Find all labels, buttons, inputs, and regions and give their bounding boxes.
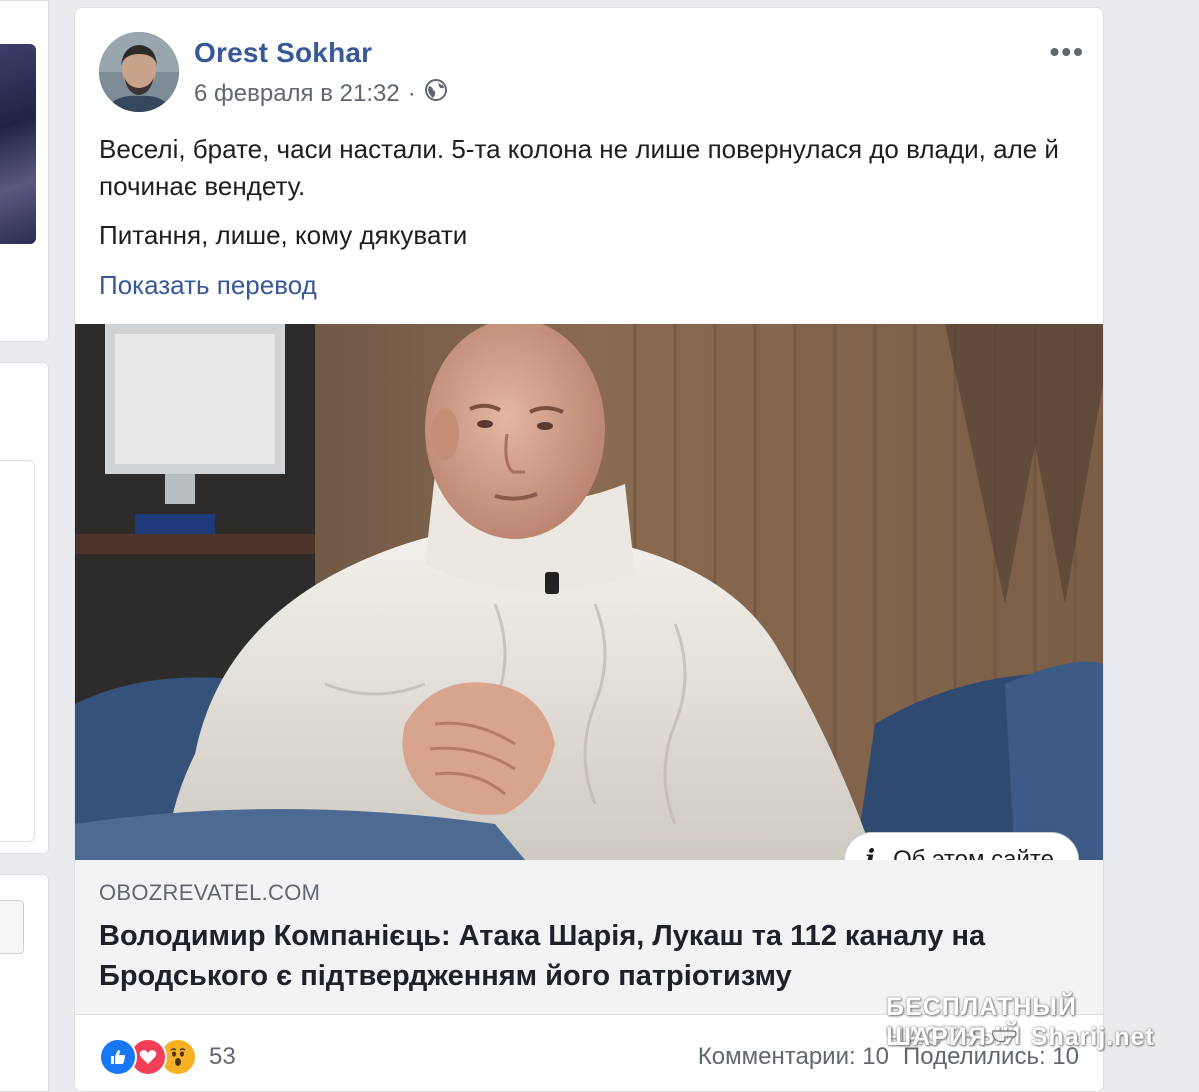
author-name[interactable]: Orest Sokhar <box>194 37 372 69</box>
post-stats: Комментарии: 10 Поделились: 10 <box>698 1043 1079 1071</box>
left-input-field[interactable] <box>0 900 24 954</box>
reaction-count[interactable]: 53 <box>209 1043 236 1071</box>
shares-count[interactable]: Поделились: 10 <box>903 1043 1079 1071</box>
post-text: Веселі, брате, часи настали. 5-та колона… <box>99 131 1059 266</box>
globe-icon[interactable] <box>424 78 448 109</box>
post-paragraph-2: Питання, лише, кому дякувати <box>99 220 468 250</box>
author-avatar[interactable] <box>99 32 179 112</box>
show-translation-link[interactable]: Показать перевод <box>99 270 317 301</box>
left-card-photo[interactable] <box>0 44 36 244</box>
article-photo <box>75 324 1103 860</box>
link-preview-image[interactable] <box>75 324 1103 860</box>
comments-count[interactable]: Комментарии: 10 <box>698 1043 889 1071</box>
like-icon <box>99 1038 137 1076</box>
left-inner-panel <box>0 460 35 842</box>
avatar-image <box>99 32 179 112</box>
post-timestamp[interactable]: 6 февраля в 21:32 <box>194 80 400 108</box>
link-domain: OBOZREVATEL.COM <box>99 880 321 905</box>
post-meta: 6 февраля в 21:32 · <box>194 78 448 109</box>
post-paragraph-1: Веселі, брате, часи настали. 5-та колона… <box>99 134 1059 201</box>
post-card: Orest Sokhar 6 февраля в 21:32 · ••• Вес… <box>74 7 1104 1092</box>
link-headline[interactable]: Володимир Компанієць: Атака Шарія, Лукаш… <box>99 916 1089 996</box>
reactions-summary[interactable]: 53 <box>99 1038 236 1076</box>
meta-separator: · <box>407 79 416 107</box>
more-options-button[interactable]: ••• <box>1050 36 1085 68</box>
link-caption[interactable]: OBOZREVATEL.COM Володимир Компанієць: Ат… <box>75 860 1103 1015</box>
